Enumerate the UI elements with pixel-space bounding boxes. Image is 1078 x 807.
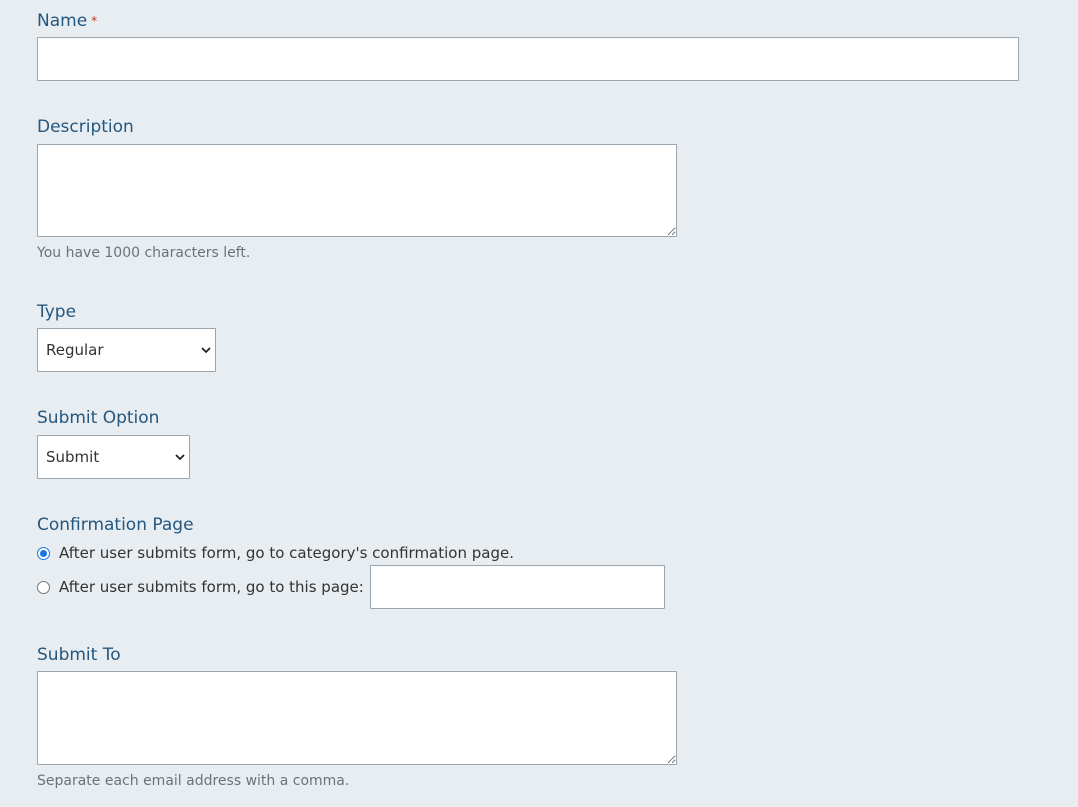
submit-option-label: Submit Option — [37, 408, 160, 428]
confirmation-option-category[interactable]: After user submits form, go to category'… — [37, 543, 514, 563]
radio-custom-page-label: After user submits form, go to this page… — [59, 578, 364, 596]
name-input[interactable] — [37, 37, 1019, 81]
description-char-count: You have 1000 characters left. — [37, 245, 251, 261]
name-label: Name * — [37, 11, 97, 31]
type-label: Type — [37, 302, 77, 322]
radio-category-confirmation[interactable] — [37, 546, 50, 560]
submit-option-select-value: Submit — [46, 448, 100, 466]
radio-custom-page[interactable] — [37, 580, 50, 594]
description-textarea[interactable] — [37, 144, 677, 237]
radio-category-confirmation-label: After user submits form, go to category'… — [59, 544, 514, 562]
type-select[interactable]: Regular — [37, 328, 216, 372]
chevron-down-icon — [197, 329, 215, 371]
confirmation-page-label: Confirmation Page — [37, 515, 194, 535]
required-asterisk: * — [91, 14, 98, 28]
description-label: Description — [37, 117, 134, 137]
submit-to-label: Submit To — [37, 645, 121, 665]
submit-option-select[interactable]: Submit — [37, 435, 190, 479]
submit-to-help: Separate each email address with a comma… — [37, 773, 350, 789]
confirmation-option-custom[interactable]: After user submits form, go to this page… — [37, 577, 364, 597]
custom-page-input[interactable] — [370, 565, 665, 609]
type-select-value: Regular — [46, 341, 104, 359]
name-label-text: Name — [37, 11, 88, 31]
chevron-down-icon — [171, 436, 189, 478]
submit-to-textarea[interactable] — [37, 671, 677, 765]
